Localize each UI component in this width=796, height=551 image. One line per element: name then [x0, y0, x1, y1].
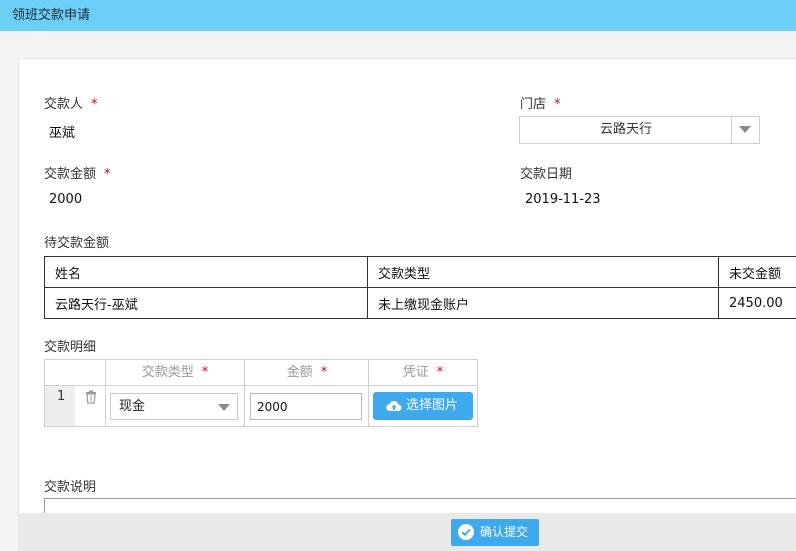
grid-divider	[368, 360, 369, 426]
row-index: 1	[45, 386, 75, 426]
store-label: 门店 *	[520, 93, 561, 112]
details-header-amount: 金额 *	[245, 360, 369, 386]
chevron-down-icon	[218, 404, 230, 411]
required-mark: *	[91, 97, 98, 112]
remark-label: 交款说明	[44, 480, 97, 495]
cell-unpaid: 2450.00	[718, 287, 796, 319]
table-header-row: 姓名 交款类型 未交金额	[44, 256, 796, 288]
required-mark: *	[554, 97, 561, 112]
form-card: 交款人 * 巫斌 门店 * 云路天行 交款金额 * 2000 交款日期 2019-11…	[18, 58, 796, 530]
store-select-value: 云路天行	[599, 122, 652, 137]
details-grid: 交款类型 * 金额 * 凭证 * 1 现金 2000 选择图片	[44, 359, 478, 427]
amount-label-text: 交款金额	[44, 167, 97, 182]
row-index-text: 1	[57, 389, 66, 404]
table-row: 云路天行-巫斌 未上缴现金账户 2450.00	[44, 287, 796, 319]
details-header-type-text: 交款类型	[141, 365, 194, 380]
footer-bar: 确认提交	[18, 513, 796, 551]
details-label: 交款明细	[44, 340, 97, 355]
required-mark: *	[104, 167, 111, 182]
details-header-voucher: 凭证 *	[369, 360, 477, 386]
title-bar: 领班交款申请	[0, 0, 796, 31]
date-label: 交款日期	[520, 167, 573, 182]
store-select-toggle[interactable]	[731, 117, 759, 143]
payer-label: 交款人 *	[44, 93, 98, 112]
details-header-voucher-text: 凭证	[402, 365, 429, 380]
select-image-label: 选择图片	[406, 398, 459, 413]
select-image-button[interactable]: 选择图片	[373, 392, 473, 420]
trash-icon[interactable]	[85, 390, 97, 404]
cloud-upload-icon	[386, 401, 402, 412]
submit-button[interactable]: 确认提交	[451, 519, 539, 546]
store-label-text: 门店	[520, 97, 547, 112]
column-header-type: 交款类型	[367, 256, 719, 288]
cell-name: 云路天行-巫斌	[44, 287, 368, 319]
pending-table: 姓名 交款类型 未交金额 云路天行-巫斌 未上缴现金账户 2450.00	[44, 256, 796, 319]
store-select[interactable]: 云路天行	[519, 116, 760, 144]
pending-label: 待交款金额	[44, 236, 110, 251]
cell-type: 未上缴现金账户	[367, 287, 719, 319]
amount-label: 交款金额 *	[44, 163, 111, 182]
payment-type-value: 现金	[119, 399, 146, 414]
required-mark: *	[436, 365, 444, 380]
amount-input[interactable]	[250, 393, 362, 420]
check-circle-icon	[458, 524, 474, 540]
payer-label-text: 交款人	[44, 97, 84, 112]
window-title: 领班交款申请	[12, 8, 91, 23]
details-header-blank	[45, 360, 105, 386]
grid-divider	[244, 360, 245, 426]
submit-label: 确认提交	[480, 525, 529, 539]
date-value: 2019-11-23	[525, 192, 601, 207]
details-header-amount-text: 金额	[286, 365, 313, 380]
amount-value: 2000	[49, 192, 83, 207]
payer-value: 巫斌	[49, 126, 76, 141]
column-header-unpaid: 未交金额	[718, 256, 796, 288]
required-mark: *	[201, 365, 209, 380]
column-header-name: 姓名	[44, 256, 368, 288]
details-header-type: 交款类型 *	[105, 360, 245, 386]
grid-divider	[105, 360, 106, 426]
chevron-down-icon	[739, 126, 751, 133]
required-mark: *	[320, 365, 328, 380]
payment-type-select[interactable]: 现金	[110, 393, 238, 420]
